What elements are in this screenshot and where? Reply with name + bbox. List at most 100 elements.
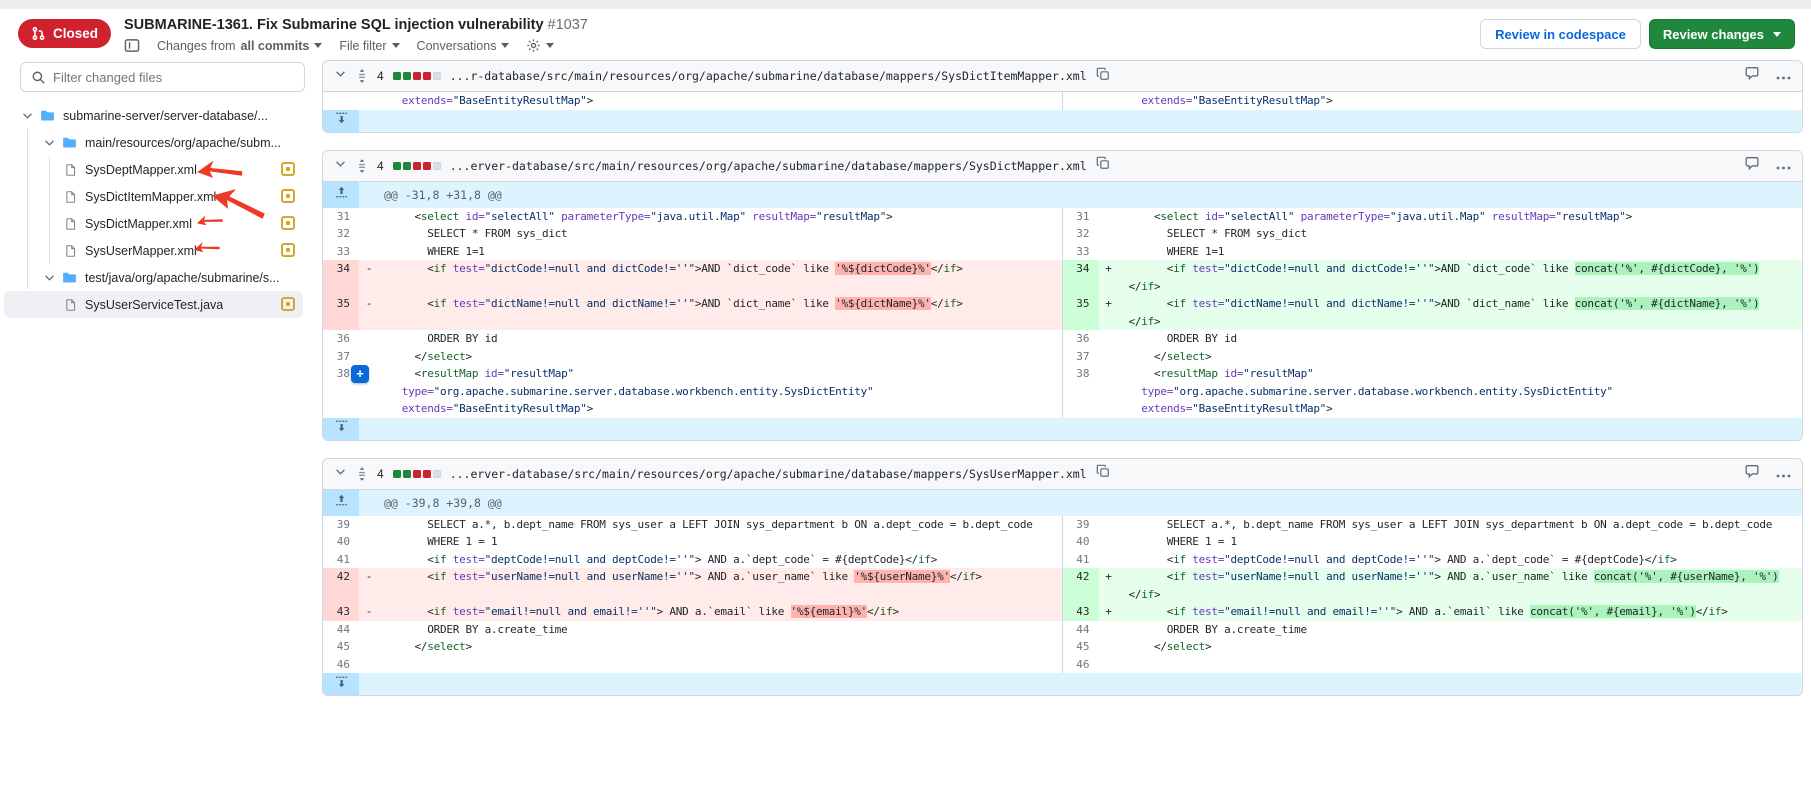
- diff-marker: +: [1099, 603, 1119, 621]
- expand-up-button[interactable]: [323, 490, 359, 516]
- line-number[interactable]: 45: [1063, 638, 1099, 656]
- line-number[interactable]: 42: [1063, 568, 1099, 603]
- code-cell: <select id="selectAll" parameterType="ja…: [379, 208, 1063, 226]
- line-number[interactable]: 36: [323, 330, 359, 348]
- drag-handle-icon[interactable]: [356, 467, 368, 481]
- line-number[interactable]: 38: [1063, 365, 1099, 418]
- diff-row: 36 ORDER BY id36 ORDER BY id: [323, 330, 1802, 348]
- expand-down-icon: [335, 419, 348, 438]
- add-comment-button[interactable]: +: [351, 365, 369, 383]
- expand-down-button[interactable]: [323, 418, 359, 440]
- tree-file-row[interactable]: SysDictMapper.xml: [4, 210, 303, 237]
- line-number[interactable]: 46: [323, 656, 359, 674]
- file-options-button[interactable]: [1776, 465, 1791, 483]
- expand-down-button[interactable]: [323, 110, 359, 132]
- diff-marker: [359, 330, 379, 348]
- changes-from-menu[interactable]: Changes from all commits: [157, 39, 322, 53]
- file-options-button[interactable]: [1776, 157, 1791, 175]
- line-number[interactable]: 43: [1063, 603, 1099, 621]
- copy-path-button[interactable]: [1096, 464, 1110, 483]
- hunk-row: @@ -31,8 +31,8 @@: [323, 182, 1802, 208]
- review-changes-button[interactable]: Review changes: [1649, 19, 1795, 49]
- line-number[interactable]: [323, 92, 359, 110]
- code-cell: <if test="dictCode!=null and dictCode!='…: [379, 260, 1063, 295]
- comment-button[interactable]: [1744, 156, 1760, 176]
- expand-down-button[interactable]: [323, 673, 359, 695]
- file-filter-menu[interactable]: File filter: [339, 39, 399, 53]
- line-number[interactable]: 39: [1063, 516, 1099, 534]
- chevron-down-icon[interactable]: [20, 109, 34, 122]
- line-number[interactable]: [1063, 92, 1099, 110]
- tree-file-row[interactable]: SysDeptMapper.xml: [4, 156, 303, 183]
- file-icon: [64, 190, 77, 204]
- tree-item-label: submarine-server/server-database/...: [63, 109, 268, 123]
- diffstat: [393, 162, 441, 170]
- tree-folder-row[interactable]: test/java/org/apache/submarine/s...: [4, 264, 303, 291]
- diff-marker: [359, 638, 379, 656]
- code-cell: [1119, 656, 1803, 674]
- diff-marker: [1099, 638, 1119, 656]
- expand-up-button[interactable]: [323, 182, 359, 208]
- line-number[interactable]: 43: [323, 603, 359, 621]
- collapse-file-button[interactable]: [334, 67, 347, 85]
- line-number[interactable]: 33: [323, 243, 359, 261]
- line-number[interactable]: 45: [323, 638, 359, 656]
- diff-table: 31 <select id="selectAll" parameterType=…: [323, 208, 1802, 418]
- collapse-file-button[interactable]: [334, 157, 347, 175]
- code-cell: <if test="email!=null and email!=''"> AN…: [1119, 603, 1803, 621]
- sidebar-toggle-button[interactable]: [124, 38, 140, 53]
- line-number[interactable]: 41: [323, 551, 359, 569]
- diff-marker: +: [1099, 295, 1119, 330]
- tree-file-row[interactable]: SysUserMapper.xml: [4, 237, 303, 264]
- comment-button[interactable]: [1744, 464, 1760, 484]
- line-number[interactable]: 39: [323, 516, 359, 534]
- copy-path-button[interactable]: [1096, 67, 1110, 86]
- chevron-down-icon[interactable]: [42, 271, 56, 284]
- line-number[interactable]: 34: [1063, 260, 1099, 295]
- annotation-arrow: [195, 211, 224, 230]
- line-number[interactable]: 36: [1063, 330, 1099, 348]
- line-number[interactable]: 41: [1063, 551, 1099, 569]
- modified-file-icon: [281, 297, 295, 311]
- line-number[interactable]: 40: [1063, 533, 1099, 551]
- file-path: ...r-database/src/main/resources/org/apa…: [450, 69, 1087, 83]
- tree-file-row[interactable]: SysUserServiceTest.java: [4, 291, 303, 318]
- line-number[interactable]: 34: [323, 260, 359, 295]
- line-number[interactable]: 35: [323, 295, 359, 330]
- line-number[interactable]: 31: [1063, 208, 1099, 226]
- line-number[interactable]: 37: [1063, 348, 1099, 366]
- code-cell: <if test="dictName!=null and dictName!='…: [1119, 295, 1803, 330]
- tree-file-row[interactable]: SysDictItemMapper.xml: [4, 183, 303, 210]
- diff-marker: +: [1099, 568, 1119, 603]
- conversations-menu[interactable]: Conversations: [417, 39, 510, 53]
- filter-changed-files-input[interactable]: [53, 70, 294, 85]
- copy-path-button[interactable]: [1096, 156, 1110, 175]
- tree-folder-row[interactable]: main/resources/org/apache/subm...: [4, 129, 303, 156]
- code-cell: SELECT a.*, b.dept_name FROM sys_user a …: [1119, 516, 1803, 534]
- line-number[interactable]: 46: [1063, 656, 1099, 674]
- comment-button[interactable]: [1744, 66, 1760, 86]
- drag-handle-icon[interactable]: [356, 159, 368, 173]
- line-number[interactable]: 42: [323, 568, 359, 603]
- file-options-button[interactable]: [1776, 67, 1791, 85]
- tree-item-label: test/java/org/apache/submarine/s...: [85, 271, 280, 285]
- line-number[interactable]: 33: [1063, 243, 1099, 261]
- changes-count: 4: [377, 69, 384, 83]
- copy-icon: [1096, 464, 1110, 483]
- line-number[interactable]: 31: [323, 208, 359, 226]
- drag-handle-icon[interactable]: [356, 69, 368, 83]
- line-number[interactable]: 32: [323, 225, 359, 243]
- line-number[interactable]: 44: [323, 621, 359, 639]
- review-in-codespace-button[interactable]: Review in codespace: [1480, 19, 1641, 49]
- line-number[interactable]: 40: [323, 533, 359, 551]
- collapse-file-button[interactable]: [334, 465, 347, 483]
- line-number[interactable]: 44: [1063, 621, 1099, 639]
- line-number[interactable]: 35: [1063, 295, 1099, 330]
- code-cell: ORDER BY a.create_time: [379, 621, 1063, 639]
- line-number[interactable]: 37: [323, 348, 359, 366]
- tree-folder-row[interactable]: submarine-server/server-database/...: [4, 102, 303, 129]
- diff-settings-menu[interactable]: [526, 38, 554, 53]
- diff-marker: [359, 208, 379, 226]
- line-number[interactable]: 32: [1063, 225, 1099, 243]
- chevron-down-icon[interactable]: [42, 136, 56, 149]
